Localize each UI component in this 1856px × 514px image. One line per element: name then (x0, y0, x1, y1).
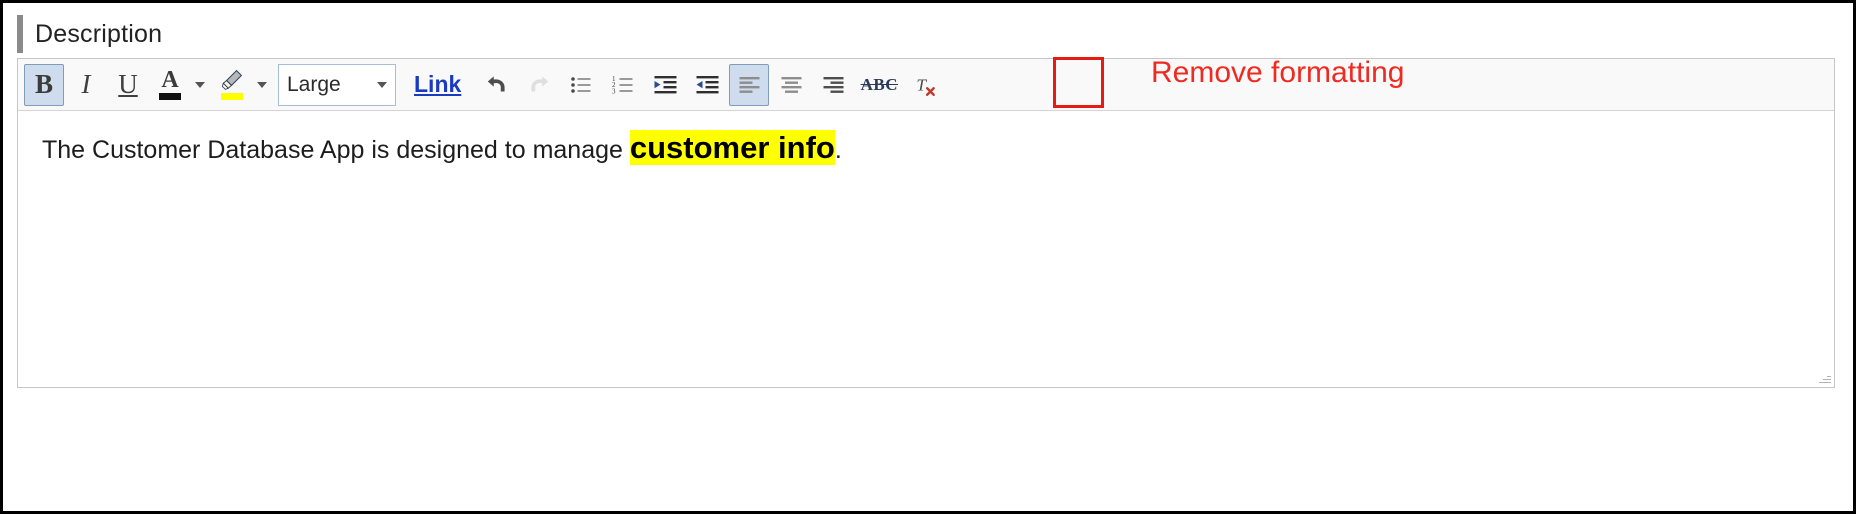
highlighter-pen-icon (221, 69, 243, 90)
text-color-dropdown-arrow[interactable] (192, 64, 208, 106)
editor-toolbar: B I U A Large Link 1 2 3 ABC T (18, 59, 1834, 111)
align-center-button[interactable] (771, 64, 811, 106)
numbered-list-button[interactable]: 1 2 3 (603, 64, 643, 106)
indent-right-icon (654, 75, 677, 93)
text-color-swatch (159, 92, 181, 100)
rich-text-editor: B I U A Large Link 1 2 3 ABC T The Custo… (17, 58, 1835, 388)
text-color-button[interactable]: A (150, 64, 190, 106)
link-button-label: Link (414, 71, 462, 97)
decrease-indent-button[interactable] (687, 64, 727, 106)
svg-text:3: 3 (612, 87, 616, 95)
editor-content-area[interactable]: The Customer Database App is designed to… (18, 111, 1834, 387)
svg-text:T: T (917, 75, 928, 94)
editor-resize-handle[interactable] (1818, 371, 1831, 384)
highlight-color-button[interactable] (212, 64, 252, 106)
annotation-label: Remove formatting (1151, 56, 1405, 89)
underline-button[interactable]: U (108, 64, 148, 106)
undo-button[interactable] (477, 64, 517, 106)
underline-icon: U (118, 69, 138, 99)
highlight-color-swatch (221, 92, 243, 100)
content-text-after: . (834, 136, 842, 164)
indent-left-icon (696, 75, 719, 93)
undo-arrow-icon (488, 75, 505, 91)
highlighted-text: customer info (629, 130, 835, 165)
chevron-down-icon (257, 81, 267, 88)
bulleted-list-button[interactable] (561, 64, 601, 106)
link-button[interactable]: Link (404, 64, 471, 106)
remove-formatting-icon: T (917, 75, 936, 96)
increase-indent-button[interactable] (645, 64, 685, 106)
field-label-row: Description (17, 13, 162, 55)
text-color-icon: A (161, 66, 179, 93)
field-accent-bar (17, 15, 23, 53)
redo-arrow-icon (531, 75, 549, 91)
highlight-color-dropdown-arrow[interactable] (254, 64, 270, 106)
remove-formatting-button[interactable]: T (905, 64, 945, 106)
align-center-icon (781, 76, 802, 93)
page-title: Description (35, 19, 163, 48)
editor-screenshot: Description B I U A Large Link 1 2 3 ABC… (0, 0, 1856, 514)
chevron-down-icon (377, 81, 387, 88)
align-left-icon (739, 76, 760, 93)
italic-button[interactable]: I (66, 64, 106, 106)
align-left-button[interactable] (729, 63, 770, 106)
description-paragraph: The Customer Database App is designed to… (42, 127, 1810, 169)
font-size-value: Large (287, 72, 341, 96)
bold-button[interactable]: B (24, 63, 64, 106)
chevron-down-icon (195, 81, 205, 88)
bulleted-list-icon (570, 76, 591, 93)
bold-icon: B (34, 69, 53, 99)
align-right-button[interactable] (813, 64, 853, 106)
abc-strikethrough-icon: ABC (860, 74, 898, 94)
align-right-icon (823, 76, 844, 93)
strikethrough-button[interactable]: ABC (855, 64, 903, 106)
numbered-list-icon: 1 2 3 (612, 74, 633, 95)
redo-button[interactable] (519, 64, 559, 106)
content-text-before: The Customer Database App is designed to… (42, 136, 630, 164)
italic-icon: I (81, 69, 91, 99)
font-size-select[interactable]: Large (278, 63, 396, 106)
